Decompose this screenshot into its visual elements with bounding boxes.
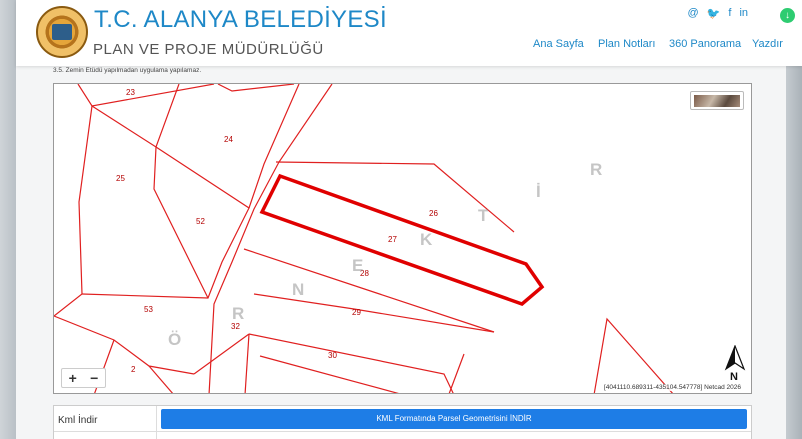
basemap-toggle-button[interactable] (690, 91, 744, 110)
site-subtitle: PLAN VE PROJE MÜDÜRLÜĞÜ (93, 41, 324, 58)
parcel-label-25: 25 (116, 174, 125, 183)
parcel-label-24: 24 (224, 135, 233, 144)
watermark-letter: N (292, 280, 305, 299)
parcel-label-30: 30 (328, 351, 337, 360)
watermark-letter: K (420, 230, 433, 249)
parcel-label-2: 2 (131, 365, 136, 374)
parcel-map[interactable]: 23 24 25 52 53 32 2 26 27 28 29 30 (53, 83, 752, 394)
north-arrow-icon (724, 345, 746, 371)
nav-home[interactable]: Ana Sayfa (533, 38, 584, 50)
parcel-info-table: Kml İndir KML Formatında Parsel Geometri… (53, 405, 752, 439)
zoom-in-button[interactable]: + (62, 369, 84, 387)
municipality-seal-logo[interactable] (36, 6, 88, 58)
plan-note-text: 3.5. Zemin Etüdü yapılmadan uygulama yap… (53, 67, 202, 74)
parcel-label-29: 29 (352, 308, 361, 317)
zoom-out-button[interactable]: − (84, 369, 106, 387)
table-row (54, 432, 751, 439)
parcel-label-27: 27 (388, 235, 397, 244)
site-title[interactable]: T.C. ALANYA BELEDİYESİ (94, 6, 387, 34)
twitter-icon[interactable]: 🐦 (707, 7, 721, 20)
parcel-label-52: 52 (196, 217, 205, 226)
watermark-letter: R (232, 304, 245, 323)
kml-label: Kml İndir (54, 406, 157, 431)
watermark-letter: Ö (168, 330, 182, 349)
nav-plan-notes[interactable]: Plan Notları (598, 38, 655, 50)
facebook-icon[interactable]: f (728, 7, 731, 20)
kml-download-button[interactable]: KML Formatında Parsel Geometrisini İNDİR (161, 409, 747, 429)
parcel-lines: 23 24 25 52 53 32 2 26 27 28 29 30 (54, 84, 674, 393)
email-icon[interactable]: @ (688, 7, 699, 20)
watermark-letter: İ (536, 182, 541, 201)
coordinate-readout: [4041110.689311-435104.547778] Netcad 20… (604, 384, 741, 391)
parcel-label-23: 23 (126, 88, 135, 97)
linkedin-icon[interactable]: in (739, 7, 748, 20)
social-links: @ 🐦 f in (688, 7, 749, 20)
parcel-label-53: 53 (144, 305, 153, 314)
watermark-letter: E (352, 256, 364, 275)
watermark-letter: R (590, 160, 603, 179)
table-row: Kml İndir KML Formatında Parsel Geometri… (54, 406, 751, 432)
nav-360-panorama[interactable]: 360 Panorama (669, 38, 741, 50)
download-icon[interactable]: ↓ (780, 8, 795, 23)
north-label: N (730, 371, 738, 383)
zoom-control: + − (61, 368, 106, 388)
parcel-label-26: 26 (429, 209, 438, 218)
nav-print[interactable]: Yazdır (752, 38, 783, 50)
site-header: T.C. ALANYA BELEDİYESİ PLAN VE PROJE MÜD… (16, 0, 802, 66)
watermark-letter: T (478, 206, 489, 225)
